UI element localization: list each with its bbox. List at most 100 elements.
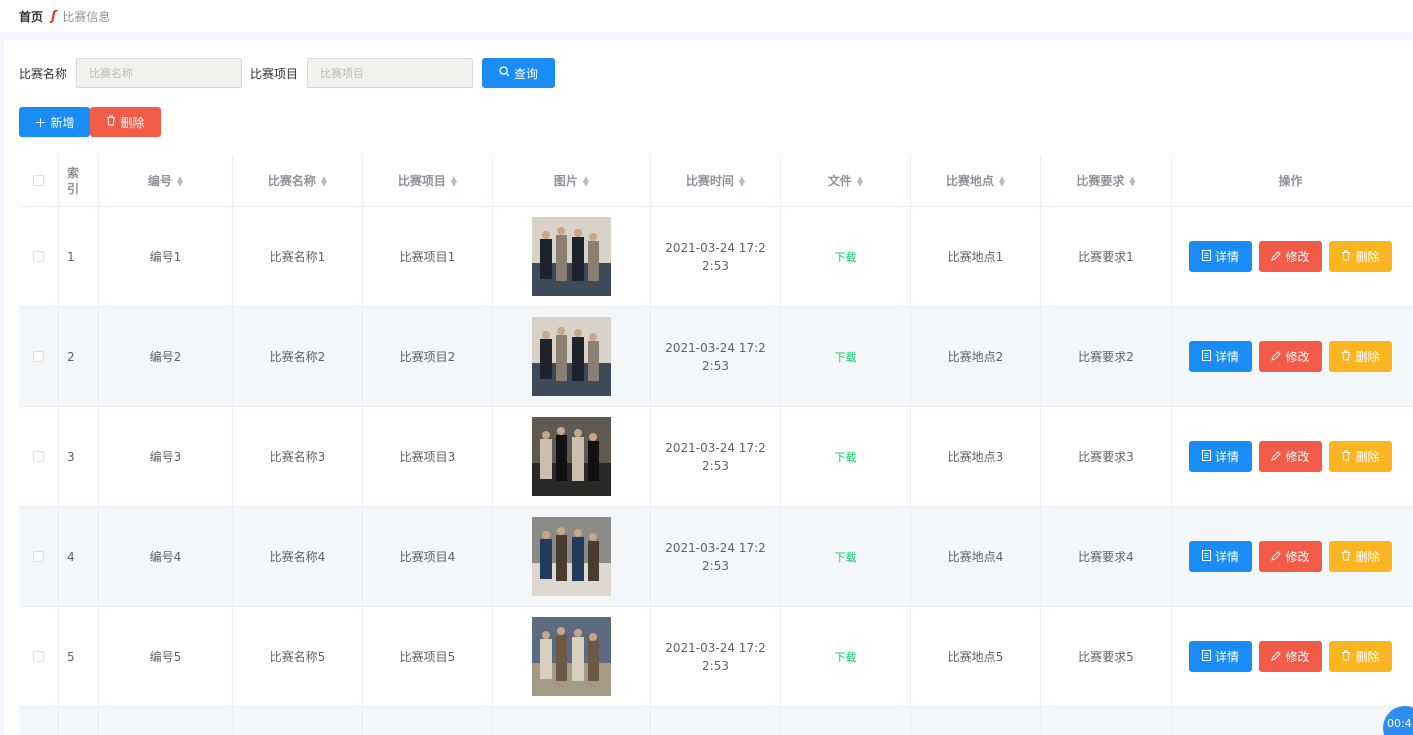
detail-button[interactable]: 详情 bbox=[1189, 341, 1252, 372]
row-checkbox[interactable] bbox=[33, 551, 44, 562]
requirement-cell: 比赛要求4 bbox=[1041, 507, 1172, 606]
row-checkbox[interactable] bbox=[33, 451, 44, 462]
delete-button[interactable]: 删除 bbox=[1329, 441, 1392, 472]
download-link[interactable]: 下载 bbox=[835, 249, 857, 265]
column-header-time[interactable]: 比赛时间 ▲ ▼ bbox=[651, 155, 781, 206]
sort-icon[interactable]: ▲ ▼ bbox=[451, 174, 457, 187]
sort-icon[interactable]: ▲ ▼ bbox=[999, 174, 1005, 187]
table-row-partial bbox=[19, 707, 1413, 735]
operations-cell: 详情 修改 删除 bbox=[1172, 307, 1409, 406]
name-cell: 比赛名称4 bbox=[233, 507, 363, 606]
batch-delete-button[interactable]: 删除 bbox=[90, 107, 161, 137]
sort-icon[interactable]: ▲ ▼ bbox=[583, 174, 589, 187]
edit-button-label: 修改 bbox=[1285, 650, 1310, 664]
sort-icon[interactable]: ▲ ▼ bbox=[1129, 174, 1135, 187]
column-header-name[interactable]: 比赛名称 ▲ ▼ bbox=[233, 155, 363, 206]
requirement-cell: 比赛要求2 bbox=[1041, 307, 1172, 406]
column-header-image[interactable]: 图片 ▲ ▼ bbox=[493, 155, 651, 206]
column-header-place[interactable]: 比赛地点 ▲ ▼ bbox=[911, 155, 1041, 206]
detail-button[interactable]: 详情 bbox=[1189, 241, 1252, 272]
place-cell: 比赛地点3 bbox=[911, 407, 1041, 506]
index-cell: 2 bbox=[59, 307, 99, 406]
select-all-checkbox[interactable] bbox=[33, 175, 44, 186]
row-checkbox[interactable] bbox=[33, 651, 44, 662]
column-header-project[interactable]: 比赛项目 ▲ ▼ bbox=[363, 155, 493, 206]
place-cell: 比赛地点5 bbox=[911, 607, 1041, 706]
index-cell: 3 bbox=[59, 407, 99, 506]
delete-button-label: 删除 bbox=[1355, 650, 1380, 664]
project-search-input[interactable] bbox=[307, 58, 474, 88]
download-link[interactable]: 下载 bbox=[835, 449, 857, 465]
download-link[interactable]: 下载 bbox=[835, 549, 857, 565]
breadcrumb-home[interactable]: 首页 bbox=[19, 8, 43, 25]
column-header-code[interactable]: 编号 ▲ ▼ bbox=[99, 155, 233, 206]
competition-photo[interactable] bbox=[532, 417, 611, 496]
delete-button[interactable]: 删除 bbox=[1329, 641, 1392, 672]
name-search-input[interactable] bbox=[76, 58, 243, 88]
sort-icon[interactable]: ▲ ▼ bbox=[857, 174, 863, 187]
file-cell: 下载 bbox=[781, 507, 911, 606]
column-header-label: 索引 bbox=[67, 165, 80, 196]
index-cell: 1 bbox=[59, 207, 99, 306]
edit-button[interactable]: 修改 bbox=[1259, 641, 1322, 672]
edit-button[interactable]: 修改 bbox=[1259, 341, 1322, 372]
edit-button[interactable]: 修改 bbox=[1259, 441, 1322, 472]
download-link[interactable]: 下载 bbox=[835, 649, 857, 665]
detail-button-label: 详情 bbox=[1214, 550, 1239, 564]
detail-button[interactable]: 详情 bbox=[1189, 541, 1252, 572]
table-row[interactable]: 1 编号1 比赛名称1 比赛项目1 2021-03-24 17:22:53 下载… bbox=[19, 207, 1413, 307]
document-icon bbox=[1201, 649, 1211, 664]
competition-photo[interactable] bbox=[532, 217, 611, 296]
content-panel: 比赛名称 比赛项目 查询 ＋ 新增 删除 索引 编号 ▲▼ 比赛名称 ▲▼ bbox=[4, 40, 1413, 735]
project-label: 比赛项目 bbox=[250, 66, 299, 81]
image-cell bbox=[493, 307, 651, 406]
add-button[interactable]: ＋ 新增 bbox=[19, 107, 90, 137]
download-link[interactable]: 下载 bbox=[835, 349, 857, 365]
competition-photo[interactable] bbox=[532, 517, 611, 596]
delete-button[interactable]: 删除 bbox=[1329, 541, 1392, 572]
edit-button-label: 修改 bbox=[1285, 350, 1310, 364]
table-row[interactable]: 2 编号2 比赛名称2 比赛项目2 2021-03-24 17:22:53 下载… bbox=[19, 307, 1413, 407]
operations-cell: 详情 修改 删除 bbox=[1172, 507, 1409, 606]
sort-icon[interactable]: ▲ ▼ bbox=[739, 174, 745, 187]
edit-button[interactable]: 修改 bbox=[1259, 241, 1322, 272]
place-cell: 比赛地点4 bbox=[911, 507, 1041, 606]
table-row[interactable]: 3 编号3 比赛名称3 比赛项目3 2021-03-24 17:22:53 下载… bbox=[19, 407, 1413, 507]
detail-button[interactable]: 详情 bbox=[1189, 441, 1252, 472]
name-cell: 比赛名称5 bbox=[233, 607, 363, 706]
search-form: 比赛名称 比赛项目 查询 bbox=[19, 58, 556, 88]
competition-photo[interactable] bbox=[532, 617, 611, 696]
row-checkbox[interactable] bbox=[33, 351, 44, 362]
project-cell: 比赛项目3 bbox=[363, 407, 493, 506]
image-cell bbox=[493, 207, 651, 306]
delete-button[interactable]: 删除 bbox=[1329, 241, 1392, 272]
file-cell: 下载 bbox=[781, 207, 911, 306]
delete-button-label: 删除 bbox=[1355, 350, 1380, 364]
column-header-label: 比赛项目 bbox=[397, 174, 446, 188]
table-row[interactable]: 5 编号5 比赛名称5 比赛项目5 2021-03-24 17:22:53 下载… bbox=[19, 607, 1413, 707]
delete-button[interactable]: 删除 bbox=[1329, 341, 1392, 372]
document-icon bbox=[1201, 349, 1211, 364]
detail-button[interactable]: 详情 bbox=[1189, 641, 1252, 672]
column-header-file[interactable]: 文件 ▲ ▼ bbox=[781, 155, 911, 206]
query-button[interactable]: 查询 bbox=[482, 58, 556, 88]
edit-button[interactable]: 修改 bbox=[1259, 541, 1322, 572]
detail-button-label: 详情 bbox=[1214, 650, 1239, 664]
time-cell: 2021-03-24 17:22:53 bbox=[651, 407, 781, 506]
competition-photo[interactable] bbox=[532, 317, 611, 396]
column-header-label: 编号 bbox=[147, 174, 172, 188]
pencil-icon bbox=[1271, 450, 1282, 464]
row-checkbox[interactable] bbox=[33, 251, 44, 262]
image-cell bbox=[493, 607, 651, 706]
sort-icon[interactable]: ▲ ▼ bbox=[321, 174, 327, 187]
column-header-index: 索引 bbox=[59, 155, 99, 206]
detail-button-label: 详情 bbox=[1214, 350, 1239, 364]
sort-icon[interactable]: ▲ ▼ bbox=[177, 174, 183, 187]
document-icon bbox=[1201, 549, 1211, 564]
breadcrumb-current: 比赛信息 bbox=[62, 9, 111, 24]
breadcrumb-separator-icon: ʃ bbox=[51, 8, 57, 24]
trash-icon bbox=[1341, 550, 1351, 564]
plus-icon: ＋ bbox=[34, 115, 47, 130]
table-row[interactable]: 4 编号4 比赛名称4 比赛项目4 2021-03-24 17:22:53 下载… bbox=[19, 507, 1413, 607]
column-header-requirement[interactable]: 比赛要求 ▲ ▼ bbox=[1041, 155, 1172, 206]
